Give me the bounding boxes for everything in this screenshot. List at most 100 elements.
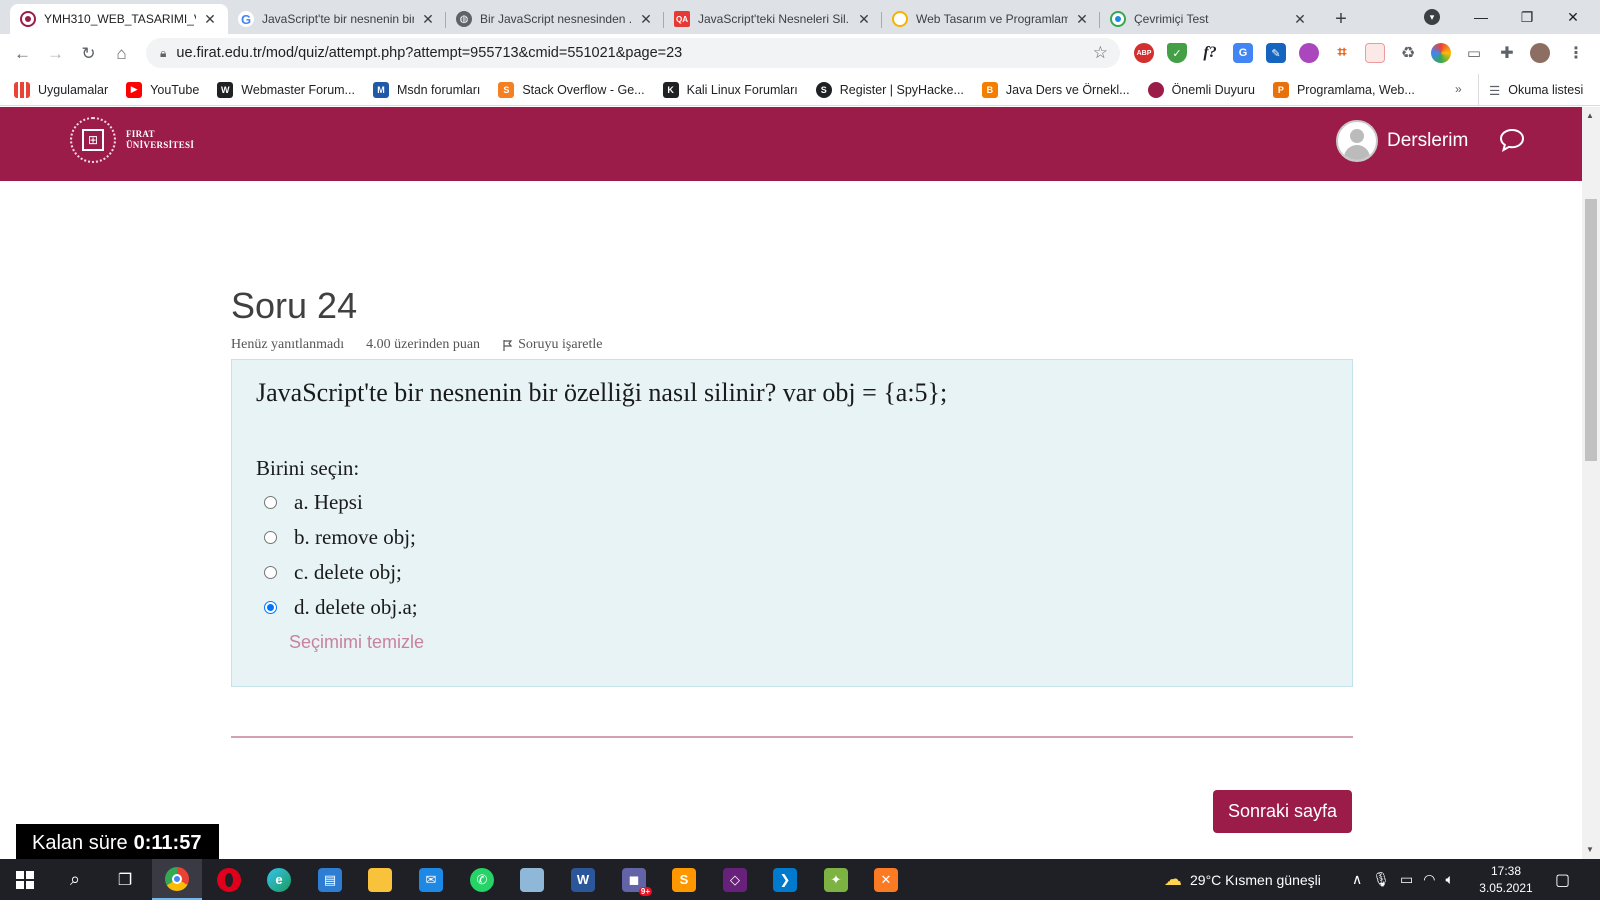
- windows-taskbar: ⌕ ❐ e ▤ ✉ ✆ W ◼ 9+ S ◇ ❯ ✦ ✕ ☁ 29°C Kısme…: [0, 859, 1600, 900]
- bookmark-kali[interactable]: K Kali Linux Forumları: [662, 81, 798, 98]
- battery-icon[interactable]: ▭: [1400, 871, 1413, 888]
- bookmark-youtube[interactable]: ▶ YouTube: [126, 81, 199, 98]
- weather-widget[interactable]: ☁ 29°C Kısmen güneşli: [1164, 859, 1321, 900]
- tool-icon[interactable]: ✦: [811, 859, 861, 900]
- recycle-icon[interactable]: ♻: [1398, 43, 1418, 63]
- next-page-button[interactable]: Sonraki sayfa: [1213, 790, 1352, 833]
- notifications-icon[interactable]: ▢: [1555, 859, 1570, 900]
- whatsapp-icon[interactable]: ✆: [457, 859, 507, 900]
- edge-icon[interactable]: e: [254, 859, 304, 900]
- site-logo[interactable]: ⊞ FIRAT ÜNİVERSİTESİ: [70, 117, 194, 163]
- sublime-icon[interactable]: S: [659, 859, 709, 900]
- page-scrollbar[interactable]: ▲ ▼: [1582, 107, 1600, 859]
- visual-studio-icon[interactable]: ◇: [710, 859, 760, 900]
- chevron-up-icon[interactable]: ∧: [1352, 871, 1362, 888]
- bookmark-msdn[interactable]: M Msdn forumları: [372, 81, 480, 98]
- file-explorer-icon[interactable]: [355, 859, 405, 900]
- close-icon[interactable]: ✕: [1074, 11, 1090, 28]
- font-finder-icon[interactable]: f?: [1200, 43, 1220, 63]
- scroll-down-icon[interactable]: ▼: [1586, 845, 1594, 854]
- task-view-icon[interactable]: ❐: [100, 859, 150, 900]
- bookmark-programlama[interactable]: P Programlama, Web...: [1272, 81, 1415, 98]
- notepad-icon[interactable]: [507, 859, 557, 900]
- scroll-up-icon[interactable]: ▲: [1586, 111, 1594, 120]
- bookmark-apps[interactable]: Uygulamalar: [14, 81, 108, 98]
- opera-icon[interactable]: [204, 859, 254, 900]
- tab-5[interactable]: Web Tasarım ve Programlam... ✕: [882, 4, 1100, 34]
- search-icon[interactable]: ⌕: [50, 859, 100, 900]
- radio-d[interactable]: [264, 601, 277, 614]
- message-icon[interactable]: [1498, 127, 1526, 158]
- courses-menu-link[interactable]: Derslerim: [1387, 130, 1468, 152]
- close-icon[interactable]: ✕: [1292, 11, 1308, 28]
- restore-icon[interactable]: ❐: [1504, 0, 1550, 34]
- xampp-icon[interactable]: ✕: [861, 859, 911, 900]
- chrome-icon[interactable]: [152, 859, 202, 900]
- forward-icon[interactable]: →: [39, 40, 72, 68]
- close-icon[interactable]: ✕: [420, 11, 436, 28]
- answer-option-a[interactable]: a. Hepsi: [264, 490, 363, 515]
- color-picker-icon[interactable]: ✎: [1266, 43, 1286, 63]
- bookmark-spyhacker[interactable]: S Register | SpyHacke...: [815, 81, 964, 98]
- more-menu-icon[interactable]: ⋮: [1566, 43, 1586, 63]
- extensions-puzzle-icon[interactable]: ✚: [1497, 43, 1517, 63]
- bookmark-stackoverflow[interactable]: S Stack Overflow - Ge...: [498, 81, 645, 98]
- vscode-icon[interactable]: ❯: [760, 859, 810, 900]
- window-close-icon[interactable]: ✕: [1550, 0, 1596, 34]
- answer-option-c[interactable]: c. delete obj;: [264, 560, 402, 585]
- wifi-icon[interactable]: ◠: [1423, 871, 1435, 888]
- tab-2[interactable]: G JavaScript'te bir nesnenin bir ... ✕: [228, 4, 446, 34]
- tab-1[interactable]: YMH310_WEB_TASARIMI_V... ✕: [10, 4, 228, 34]
- shield-icon[interactable]: ✓: [1167, 43, 1187, 63]
- reading-list-button[interactable]: ☰ Okuma listesi: [1478, 74, 1583, 106]
- color-wheel-icon[interactable]: [1431, 43, 1451, 63]
- calendar-icon[interactable]: [1365, 43, 1385, 63]
- crop-icon[interactable]: ⌗: [1332, 43, 1352, 63]
- radio-b[interactable]: [264, 531, 277, 544]
- radio-a[interactable]: [264, 496, 277, 509]
- adblock-icon[interactable]: ABP: [1134, 43, 1154, 63]
- close-icon[interactable]: ✕: [202, 11, 218, 28]
- tab-3[interactable]: ◍ Bir JavaScript nesnesinden ... ✕: [446, 4, 664, 34]
- tab-4[interactable]: QA JavaScript'teki Nesneleri Sil... ✕: [664, 4, 882, 34]
- tab-6[interactable]: Çevrimiçi Test ✕: [1100, 4, 1318, 34]
- mail-icon[interactable]: ✉: [406, 859, 456, 900]
- clear-selection-link[interactable]: Seçimimi temizle: [289, 632, 424, 653]
- bookmark-webmaster[interactable]: W Webmaster Forum...: [217, 81, 355, 98]
- bookmark-star-icon[interactable]: ☆: [1093, 43, 1108, 63]
- back-icon[interactable]: ←: [6, 40, 39, 68]
- eyedropper-icon[interactable]: [1299, 43, 1319, 63]
- word-icon[interactable]: W: [558, 859, 608, 900]
- option-label: d. delete obj.a;: [294, 595, 418, 619]
- translate-icon[interactable]: G: [1233, 43, 1253, 63]
- system-clock[interactable]: 17:38 3.05.2021: [1478, 863, 1534, 897]
- volume-icon[interactable]: 🔈︎: [1445, 871, 1453, 888]
- profile-avatar-icon[interactable]: [1530, 43, 1550, 63]
- close-icon[interactable]: ✕: [638, 11, 654, 28]
- windows-start-icon[interactable]: [0, 859, 50, 900]
- radio-c[interactable]: [264, 566, 277, 579]
- minimize-icon[interactable]: —: [1458, 0, 1504, 34]
- answer-option-d[interactable]: d. delete obj.a;: [264, 595, 418, 620]
- bookmark-label: Kali Linux Forumları: [686, 82, 798, 97]
- new-tab-button[interactable]: +: [1326, 4, 1356, 34]
- user-avatar[interactable]: [1336, 120, 1378, 162]
- bookmarks-overflow-icon[interactable]: »: [1455, 82, 1462, 96]
- microphone-icon[interactable]: 🎙︎: [1372, 871, 1390, 888]
- tray-icons: ∧ 🎙︎ ▭ ◠ 🔈︎: [1352, 859, 1454, 900]
- globe-icon: ◍: [456, 11, 472, 27]
- notification-app-icon[interactable]: ◼ 9+: [609, 859, 659, 900]
- home-icon[interactable]: ⌂: [105, 40, 138, 68]
- close-icon[interactable]: ✕: [856, 11, 872, 28]
- bookmarks-bar: Uygulamalar ▶ YouTube W Webmaster Forum.…: [0, 74, 1600, 106]
- bookmark-java[interactable]: B Java Ders ve Örnekl...: [981, 81, 1130, 98]
- cast-icon[interactable]: ▭: [1464, 43, 1484, 63]
- flag-question-link[interactable]: Soruyu işaretle: [502, 337, 624, 353]
- app-icon[interactable]: ▤: [305, 859, 355, 900]
- bookmark-duyuru[interactable]: Önemli Duyuru: [1147, 81, 1255, 98]
- reload-icon[interactable]: ↻: [72, 40, 105, 68]
- answer-option-b[interactable]: b. remove obj;: [264, 525, 416, 550]
- tab-search-icon[interactable]: ▾: [1424, 9, 1440, 25]
- address-bar[interactable]: 🔒︎ ue.firat.edu.tr/mod/quiz/attempt.php?…: [146, 38, 1120, 68]
- scroll-thumb[interactable]: [1585, 199, 1597, 461]
